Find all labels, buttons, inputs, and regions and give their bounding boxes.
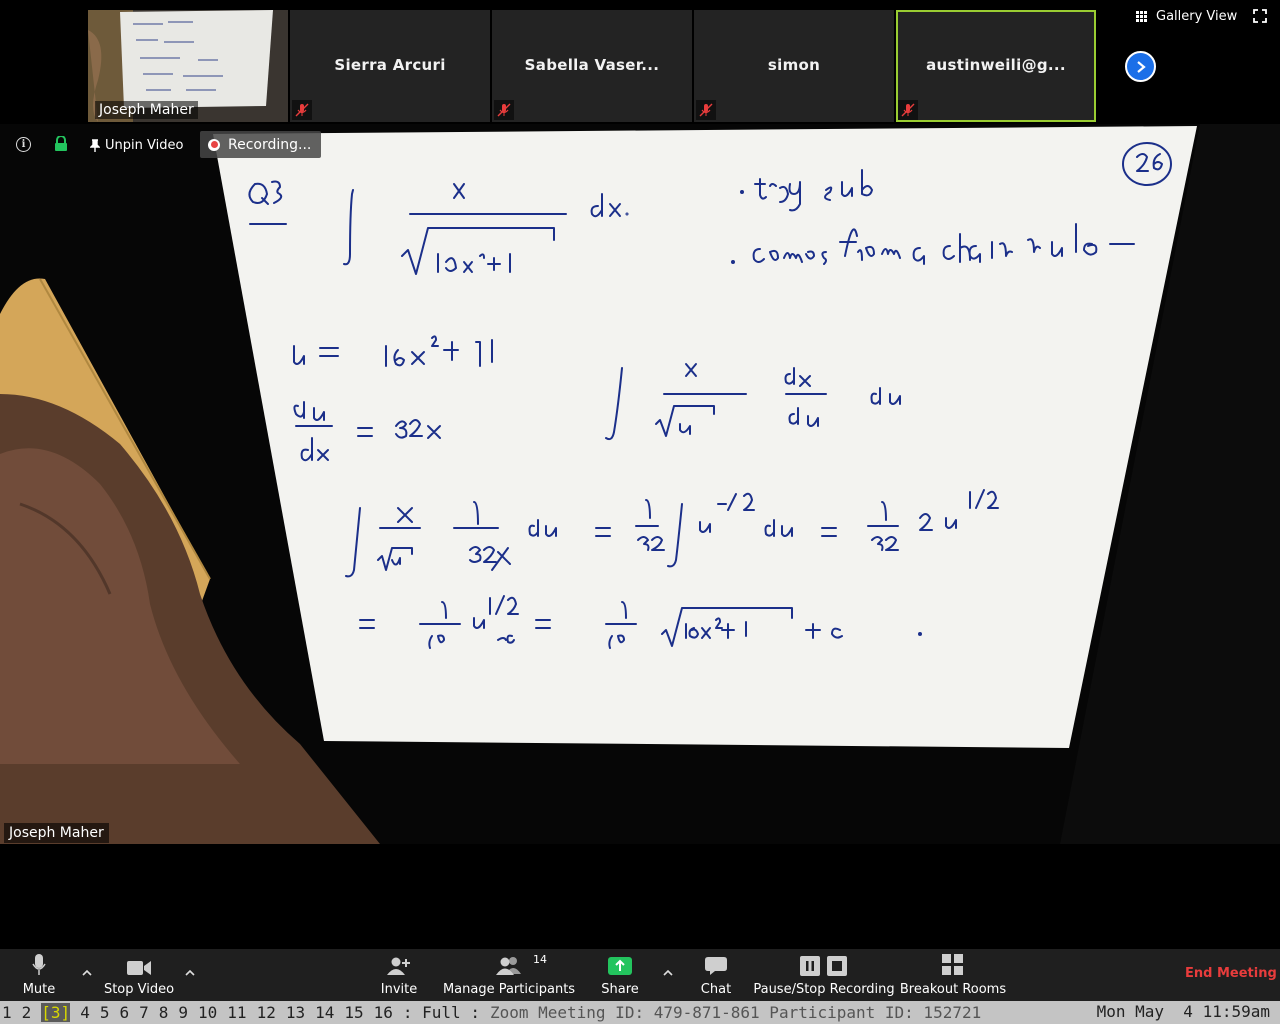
window-title: Zoom Meeting ID: 479-871-861 Participant… [489,1003,982,1022]
main-video[interactable]: i Unpin Video Recording... Joseph Maher [0,124,1280,844]
breakout-rooms-icon [942,954,963,975]
recording-indicator[interactable]: Recording... [200,131,322,158]
add-person-icon [387,957,410,975]
fullscreen-icon[interactable] [1253,9,1267,23]
stop-video-label: Stop Video [103,982,175,997]
muted-microphone-icon [292,100,312,120]
manage-participants-button[interactable]: Manage Participants [442,949,576,1001]
unpin-video-label: Unpin Video [105,137,184,153]
workspace-15[interactable]: 15 [344,1003,363,1022]
participant-tile-sierra[interactable]: Sierra Arcuri [290,10,490,122]
participant-tile-austin[interactable]: austinweili@g... [896,10,1096,122]
participants-icon [496,957,521,975]
recording-label: Recording... [228,136,312,153]
microphone-icon [32,954,46,975]
participant-name: Sierra Arcuri [334,56,446,74]
workspace-1[interactable]: 1 [2,1003,12,1022]
whiteboard-video-feed [0,124,1280,844]
clock: Mon May 4 11:59am [1096,1002,1270,1021]
participant-name: austinweili@g... [926,56,1066,74]
workspace-11[interactable]: 11 [227,1003,246,1022]
workspace-13[interactable]: 13 [286,1003,305,1022]
video-camera-icon [127,961,151,975]
pause-stop-recording-button[interactable]: Pause/Stop Recording [753,949,895,1001]
stop-video-button[interactable]: Stop Video [104,949,174,1001]
pin-icon [90,138,100,152]
share-options-caret-icon[interactable] [661,966,675,980]
workspace-3-current[interactable]: [3] [41,1003,71,1022]
invite-button[interactable]: Invite [378,949,420,1001]
next-page-button[interactable] [1125,51,1156,82]
grid-icon [1136,10,1148,23]
mute-label: Mute [22,982,56,997]
participant-count-badge: 14 [533,953,547,966]
audio-options-caret-icon[interactable] [80,966,94,980]
end-meeting-button[interactable]: End Meeting [1185,966,1277,981]
muted-microphone-icon [696,100,716,120]
mute-button[interactable]: Mute [18,949,60,1001]
video-options-caret-icon[interactable] [183,966,197,980]
participant-tile-joseph[interactable]: Joseph Maher [88,10,288,122]
chat-button[interactable]: Chat [696,949,736,1001]
workspace-6[interactable]: 6 [119,1003,129,1022]
chat-label: Chat [700,982,732,997]
share-screen-button[interactable]: Share [600,949,640,1001]
pause-stop-icon [800,956,847,976]
layout-mode: : Full : [402,1003,480,1022]
participant-name: Sabella Vaser... [524,56,660,74]
workspace-7[interactable]: 7 [139,1003,149,1022]
workspace-8[interactable]: 8 [159,1003,169,1022]
workspace-10[interactable]: 10 [198,1003,217,1022]
participant-tile-simon[interactable]: simon [694,10,894,122]
gallery-view-label: Gallery View [1156,9,1238,24]
invite-label: Invite [380,982,418,997]
record-icon [208,138,220,151]
workspace-14[interactable]: 14 [315,1003,334,1022]
gallery-view-button[interactable]: Gallery View [1136,9,1237,24]
participant-name: simon [767,56,821,74]
participant-name: Joseph Maher [95,101,198,119]
unpin-video-button[interactable]: Unpin Video [84,133,189,157]
workspace-4[interactable]: 4 [80,1003,90,1022]
chevron-right-icon [1136,60,1146,73]
workspace-12[interactable]: 12 [257,1003,276,1022]
pause-stop-recording-label: Pause/Stop Recording [753,982,895,997]
workspace-2[interactable]: 2 [22,1003,32,1022]
manage-participants-label: Manage Participants [442,982,576,997]
breakout-rooms-button[interactable]: Breakout Rooms [899,949,1007,1001]
workspace-16[interactable]: 16 [374,1003,393,1022]
workspace-9[interactable]: 9 [178,1003,188,1022]
share-screen-icon [608,957,632,975]
breakout-rooms-label: Breakout Rooms [899,982,1007,997]
active-speaker-name: Joseph Maher [4,823,109,843]
chat-bubble-icon [705,957,727,975]
share-label: Share [601,982,639,997]
workspace-5[interactable]: 5 [100,1003,110,1022]
muted-microphone-icon [898,100,918,120]
participant-tile-sabella[interactable]: Sabella Vaser... [492,10,692,122]
lock-icon[interactable] [54,136,68,152]
muted-microphone-icon [494,100,514,120]
info-icon[interactable]: i [16,137,31,152]
window-manager-statusbar: 1 2 [3] 4 5 6 7 8 9 10 11 12 13 14 15 16… [0,1001,1280,1024]
participant-strip: Joseph Maher Sierra Arcuri Sabella Vaser… [0,0,1280,124]
